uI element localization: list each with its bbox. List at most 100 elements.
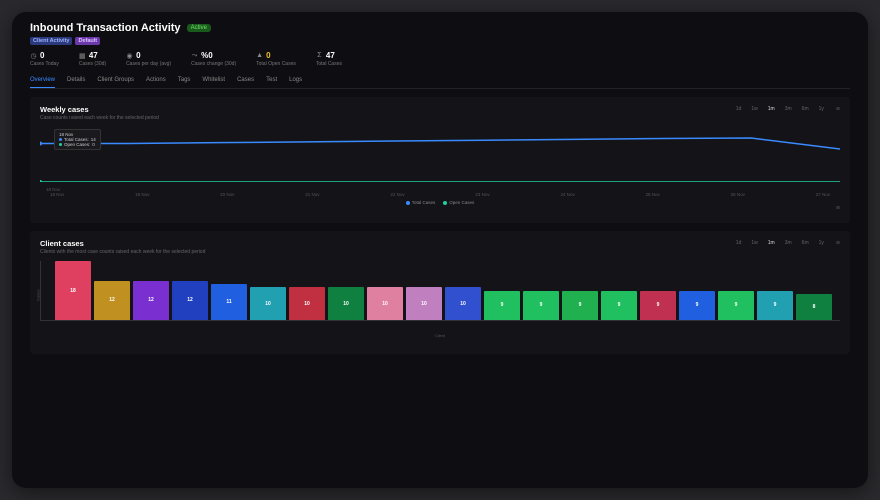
client-cases-card: Client cases Clients with the most case … <box>30 231 850 354</box>
chart-tooltip: 18 Nov Total Cases: 14 Open Cases: 0 <box>54 129 101 150</box>
metric-label: Total Cases <box>316 61 342 67</box>
bar[interactable]: 10 <box>406 287 442 320</box>
metric-value: %0 <box>201 51 213 60</box>
tab-whitelist[interactable]: Whitelist <box>202 73 225 88</box>
dot-icon <box>406 201 410 205</box>
bars-container: 1812121211101010101010999999998 <box>40 261 840 321</box>
data-point <box>40 142 42 146</box>
status-badge: Active <box>187 24 211 32</box>
client-title: Client cases <box>40 239 205 248</box>
bar[interactable]: 9 <box>523 291 559 321</box>
tab-actions[interactable]: Actions <box>146 73 166 88</box>
bar[interactable]: 12 <box>94 281 130 320</box>
legend-total: Total Cases <box>412 200 436 205</box>
bar[interactable]: 9 <box>562 291 598 321</box>
metric-value: 0 <box>266 51 270 60</box>
client-bar-chart: Cases 1812121211101010101010999999998 Cl… <box>40 261 840 346</box>
flame-icon: ▲ <box>256 52 263 59</box>
bar[interactable]: 10 <box>250 287 286 320</box>
series-line <box>40 138 840 149</box>
sum-icon: Σ <box>316 52 323 59</box>
bar[interactable]: 12 <box>172 281 208 320</box>
time-filter-1m[interactable]: 1m <box>766 105 777 113</box>
tab-details[interactable]: Details <box>67 73 85 88</box>
x-tick-label: 20 Nov <box>220 192 234 197</box>
calendar-icon: ▦ <box>79 52 86 59</box>
metric-value: 0 <box>40 51 44 60</box>
metric: ◷ 0 Cases Today <box>30 51 59 67</box>
data-point <box>40 180 42 182</box>
tab-client-groups[interactable]: Client Groups <box>97 73 134 88</box>
hamburger-icon[interactable]: ≡ <box>836 240 840 247</box>
x-tick-label: 27 Nov <box>816 192 830 197</box>
weekly-cases-card: Weekly cases Case counts raised each wee… <box>30 97 850 223</box>
tab-logs[interactable]: Logs <box>289 73 302 88</box>
client-time-filters: 1d 1w 1m 3m 6m 1y ≡ <box>734 239 840 247</box>
metric-label: Cases Today <box>30 61 59 67</box>
bar[interactable]: 10 <box>289 287 325 320</box>
x-tick-label: 24 Nov <box>560 192 574 197</box>
time-filter-3m[interactable]: 3m <box>783 105 794 113</box>
bar[interactable]: 11 <box>211 284 247 320</box>
x-tick-label: 21 Nov <box>305 192 319 197</box>
weekly-line-chart: 18 Nov Total Cases: 14 Open Cases: 0 18 … <box>40 127 840 197</box>
app-shell: Inbound Transaction Activity Active Clie… <box>12 12 868 488</box>
bar[interactable]: 18 <box>55 261 91 320</box>
metric: ▦ 47 Cases (30d) <box>79 51 106 67</box>
time-filter-1y[interactable]: 1y <box>817 105 826 113</box>
weekly-subtitle: Case counts raised each week for the sel… <box>40 115 159 121</box>
metric-value: 47 <box>326 51 335 60</box>
bar[interactable]: 10 <box>328 287 364 320</box>
tag-client-activity[interactable]: Client Activity <box>30 37 72 45</box>
time-filter-6m[interactable]: 6m <box>800 239 811 247</box>
tab-overview[interactable]: Overview <box>30 73 55 88</box>
metric-value: 0 <box>136 51 140 60</box>
page-header: Inbound Transaction Activity Active <box>30 22 850 34</box>
bar[interactable]: 9 <box>601 291 637 321</box>
x-tick-label: 26 Nov <box>731 192 745 197</box>
bar[interactable]: 8 <box>796 294 832 320</box>
time-filter-1d[interactable]: 1d <box>734 105 744 113</box>
bar[interactable]: 10 <box>367 287 403 320</box>
metric-label: Cases per day (avg) <box>126 61 171 67</box>
bar[interactable]: 9 <box>484 291 520 321</box>
hamburger-icon[interactable]: ≡ <box>836 106 840 113</box>
bar-xlabel: Client <box>40 333 840 338</box>
bar[interactable]: 9 <box>679 291 715 321</box>
time-filter-6m[interactable]: 6m <box>800 105 811 113</box>
time-filter-1d[interactable]: 1d <box>734 239 744 247</box>
metric-label: Cases change (30d) <box>191 61 236 67</box>
tooltip-open-label: Open Cases: <box>64 142 90 147</box>
bar[interactable]: 9 <box>640 291 676 321</box>
tab-tags[interactable]: Tags <box>178 73 191 88</box>
x-tick-label: 25 Nov <box>646 192 660 197</box>
line-chart-svg <box>40 127 840 182</box>
metric: ⤳ %0 Cases change (30d) <box>191 51 236 67</box>
bar[interactable]: 9 <box>757 291 793 321</box>
time-filter-3m[interactable]: 3m <box>783 239 794 247</box>
time-filter-1y[interactable]: 1y <box>817 239 826 247</box>
tab-test[interactable]: Test <box>266 73 277 88</box>
trend-icon: ⤳ <box>191 52 198 59</box>
time-filter-1m[interactable]: 1m <box>766 239 777 247</box>
time-filter-1w[interactable]: 1w <box>749 239 759 247</box>
dot-icon <box>443 201 447 205</box>
bar[interactable]: 12 <box>133 281 169 320</box>
x-tick-label: 22 Nov <box>390 192 404 197</box>
metric-label: Total Open Cases <box>256 61 296 67</box>
weekly-legend: Total Cases Open Cases <box>40 200 840 205</box>
legend-open: Open Cases <box>449 200 474 205</box>
bar[interactable]: 10 <box>445 287 481 320</box>
tab-bar: Overview Details Client Groups Actions Tags W… <box>30 73 850 89</box>
dot-icon <box>59 143 62 146</box>
bar[interactable]: 9 <box>718 291 754 321</box>
tooltip-open-value: 0 <box>92 142 95 147</box>
clock-icon: ◷ <box>30 52 37 59</box>
tab-cases[interactable]: Cases <box>237 73 254 88</box>
time-filter-1w[interactable]: 1w <box>749 105 759 113</box>
client-subtitle: Clients with the most case counts raised… <box>40 249 205 255</box>
hamburger-icon[interactable]: ≡ <box>836 205 840 212</box>
metric: ◉ 0 Cases per day (avg) <box>126 51 171 67</box>
tag-default[interactable]: Default <box>75 37 100 45</box>
weekly-title: Weekly cases <box>40 105 159 114</box>
